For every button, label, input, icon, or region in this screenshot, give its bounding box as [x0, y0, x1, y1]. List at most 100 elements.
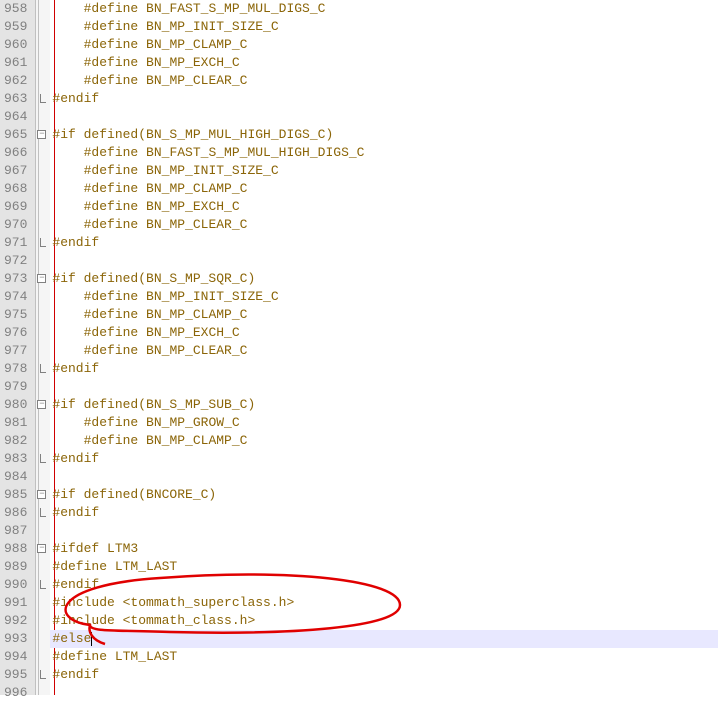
code-line[interactable]: #define BN_MP_CLAMP_C: [50, 432, 718, 450]
preprocessor-directive: #include <tommath_class.h>: [52, 613, 255, 628]
code-line[interactable]: #endif: [50, 576, 718, 594]
line-number: 982: [4, 432, 27, 450]
code-line[interactable]: #endif: [50, 504, 718, 522]
code-line[interactable]: #else: [50, 630, 718, 648]
fold-end-icon: [40, 670, 46, 679]
line-number: 968: [4, 180, 27, 198]
preprocessor-directive: #ifdef LTM3: [52, 541, 138, 556]
code-line[interactable]: #if defined(BN_S_MP_MUL_HIGH_DIGS_C): [50, 126, 718, 144]
code-line[interactable]: [50, 378, 718, 396]
code-line[interactable]: #define BN_MP_INIT_SIZE_C: [50, 18, 718, 36]
line-number: 966: [4, 144, 27, 162]
preprocessor-directive: #endif: [52, 91, 99, 106]
line-number: 964: [4, 108, 27, 126]
preprocessor-directive: #define BN_MP_EXCH_C: [84, 55, 240, 70]
code-line[interactable]: [50, 522, 718, 540]
line-number: 981: [4, 414, 27, 432]
line-number: 962: [4, 72, 27, 90]
code-line[interactable]: #if defined(BN_S_MP_SUB_C): [50, 396, 718, 414]
line-number: 994: [4, 648, 27, 666]
preprocessor-directive: #define LTM_LAST: [52, 559, 177, 574]
code-line[interactable]: #if defined(BNCORE_C): [50, 486, 718, 504]
code-line[interactable]: [50, 684, 718, 702]
line-number: 986: [4, 504, 27, 522]
preprocessor-directive: #define BN_FAST_S_MP_MUL_HIGH_DIGS_C: [84, 145, 365, 160]
code-line[interactable]: #include <tommath_class.h>: [50, 612, 718, 630]
code-line[interactable]: #define BN_MP_INIT_SIZE_C: [50, 288, 718, 306]
preprocessor-directive: #define BN_MP_CLAMP_C: [84, 37, 248, 52]
line-number: 972: [4, 252, 27, 270]
code-line[interactable]: #define BN_MP_INIT_SIZE_C: [50, 162, 718, 180]
fold-end-icon: [40, 508, 46, 517]
preprocessor-directive: #define BN_MP_CLAMP_C: [84, 307, 248, 322]
preprocessor-directive: #define BN_MP_INIT_SIZE_C: [84, 19, 279, 34]
preprocessor-directive: #define BN_MP_CLAMP_C: [84, 433, 248, 448]
line-number: 974: [4, 288, 27, 306]
code-line[interactable]: #define BN_MP_CLAMP_C: [50, 36, 718, 54]
fold-toggle-icon[interactable]: [37, 400, 46, 409]
code-line[interactable]: #define BN_MP_CLEAR_C: [50, 342, 718, 360]
preprocessor-directive: #define BN_MP_CLAMP_C: [84, 181, 248, 196]
line-number: 958: [4, 0, 27, 18]
fold-toggle-icon[interactable]: [37, 544, 46, 553]
code-line[interactable]: #endif: [50, 234, 718, 252]
code-line[interactable]: #define BN_FAST_S_MP_MUL_DIGS_C: [50, 0, 718, 18]
code-line[interactable]: #define BN_MP_EXCH_C: [50, 198, 718, 216]
code-line[interactable]: #define LTM_LAST: [50, 648, 718, 666]
code-line[interactable]: #define BN_MP_CLEAR_C: [50, 216, 718, 234]
fold-toggle-icon[interactable]: [37, 274, 46, 283]
line-number: 976: [4, 324, 27, 342]
code-line[interactable]: #include <tommath_superclass.h>: [50, 594, 718, 612]
line-number: 996: [4, 684, 27, 702]
preprocessor-directive: #if defined(BN_S_MP_MUL_HIGH_DIGS_C): [52, 127, 333, 142]
line-number-gutter: 9589599609619629639649659669679689699709…: [0, 0, 36, 695]
preprocessor-directive: #define BN_MP_CLEAR_C: [84, 73, 248, 88]
code-line[interactable]: #define BN_MP_EXCH_C: [50, 54, 718, 72]
code-line[interactable]: #endif: [50, 450, 718, 468]
code-line[interactable]: #endif: [50, 666, 718, 684]
code-line[interactable]: [50, 252, 718, 270]
fold-column[interactable]: [36, 0, 50, 695]
line-number: 967: [4, 162, 27, 180]
code-line[interactable]: #define BN_MP_CLAMP_C: [50, 180, 718, 198]
line-number: 978: [4, 360, 27, 378]
preprocessor-directive: #if defined(BN_S_MP_SUB_C): [52, 397, 255, 412]
line-number: 971: [4, 234, 27, 252]
code-line[interactable]: #endif: [50, 360, 718, 378]
fold-end-icon: [40, 454, 46, 463]
line-number: 977: [4, 342, 27, 360]
code-line[interactable]: #define LTM_LAST: [50, 558, 718, 576]
preprocessor-directive: #if defined(BNCORE_C): [52, 487, 216, 502]
line-number: 959: [4, 18, 27, 36]
line-number: 983: [4, 450, 27, 468]
code-line[interactable]: #define BN_MP_EXCH_C: [50, 324, 718, 342]
fold-end-icon: [40, 94, 46, 103]
line-number: 984: [4, 468, 27, 486]
code-line[interactable]: #define BN_MP_GROW_C: [50, 414, 718, 432]
code-editor[interactable]: 9589599609619629639649659669679689699709…: [0, 0, 718, 695]
preprocessor-directive: #define BN_MP_EXCH_C: [84, 325, 240, 340]
line-number: 961: [4, 54, 27, 72]
line-number: 965: [4, 126, 27, 144]
code-line[interactable]: #define BN_MP_CLEAR_C: [50, 72, 718, 90]
preprocessor-directive: #define BN_FAST_S_MP_MUL_DIGS_C: [84, 1, 326, 16]
code-line[interactable]: #define BN_FAST_S_MP_MUL_HIGH_DIGS_C: [50, 144, 718, 162]
preprocessor-directive: #define LTM_LAST: [52, 649, 177, 664]
code-line[interactable]: [50, 108, 718, 126]
line-number: 989: [4, 558, 27, 576]
preprocessor-directive: #define BN_MP_CLEAR_C: [84, 217, 248, 232]
preprocessor-directive: #define BN_MP_CLEAR_C: [84, 343, 248, 358]
code-line[interactable]: [50, 468, 718, 486]
fold-toggle-icon[interactable]: [37, 130, 46, 139]
preprocessor-directive: #define BN_MP_EXCH_C: [84, 199, 240, 214]
code-line[interactable]: #define BN_MP_CLAMP_C: [50, 306, 718, 324]
code-line[interactable]: #endif: [50, 90, 718, 108]
line-number: 995: [4, 666, 27, 684]
code-line[interactable]: #ifdef LTM3: [50, 540, 718, 558]
line-number: 988: [4, 540, 27, 558]
code-area[interactable]: #define BN_FAST_S_MP_MUL_DIGS_C #define …: [50, 0, 718, 695]
preprocessor-directive: #endif: [52, 505, 99, 520]
code-line[interactable]: #if defined(BN_S_MP_SQR_C): [50, 270, 718, 288]
fold-end-icon: [40, 580, 46, 589]
fold-toggle-icon[interactable]: [37, 490, 46, 499]
